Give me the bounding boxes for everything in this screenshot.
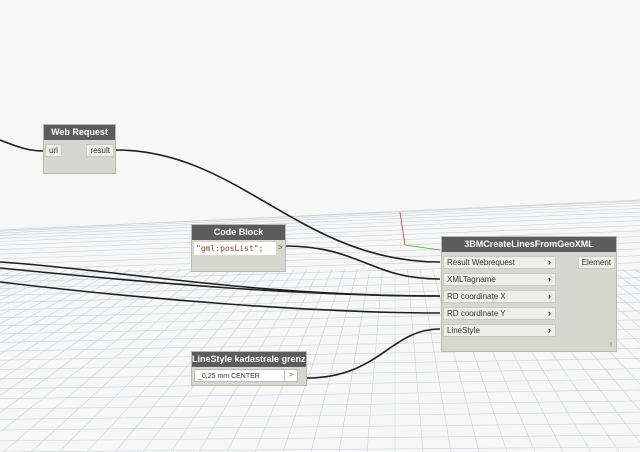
node-footer-mark: ! bbox=[610, 342, 612, 349]
linestyle-title[interactable]: LineStyle kadastrale grenzen bbox=[192, 352, 306, 367]
input-rd-coordinate-y[interactable]: RD coordinate Y › bbox=[443, 307, 556, 320]
grid-line bbox=[0, 269, 55, 294]
result-output-port[interactable]: result bbox=[86, 144, 114, 157]
grid-line bbox=[0, 389, 640, 399]
grid-line bbox=[0, 269, 118, 334]
dropdown-chevron-icon[interactable]: > bbox=[284, 370, 297, 381]
input-result-webrequest[interactable]: Result Webrequest › bbox=[443, 256, 556, 269]
input-linestyle[interactable]: LineStyle › bbox=[443, 324, 556, 337]
input-label: RD coordinate Y bbox=[447, 309, 506, 318]
grid-line bbox=[0, 269, 18, 277]
grid-line bbox=[0, 378, 640, 390]
code-block-editor[interactable]: "gml:posList"; bbox=[194, 242, 276, 255]
grid-line bbox=[0, 269, 93, 316]
grid-line bbox=[0, 269, 30, 282]
grid-line bbox=[0, 269, 81, 308]
web-request-node[interactable]: Web Request url result bbox=[43, 124, 116, 174]
grid-line bbox=[0, 423, 640, 431]
element-output-port[interactable]: Element bbox=[577, 256, 615, 269]
chevron-right-icon: › bbox=[548, 257, 551, 267]
code-block-node[interactable]: Code Block "gml:posList"; > bbox=[191, 224, 286, 272]
chevron-right-icon: › bbox=[548, 325, 551, 335]
grid-line bbox=[2, 269, 219, 452]
grid-line bbox=[0, 202, 640, 232]
grid-line bbox=[0, 446, 640, 452]
grid-line bbox=[0, 269, 106, 324]
grid-line bbox=[0, 269, 43, 288]
create-lines-title[interactable]: 3BMCreateLinesFromGeoXML bbox=[442, 237, 616, 252]
grid-line bbox=[0, 358, 640, 370]
grid-line bbox=[338, 269, 371, 452]
input-rd-coordinate-x[interactable]: RD coordinate X › bbox=[443, 290, 556, 303]
grid-line bbox=[0, 200, 640, 231]
chevron-right-icon: › bbox=[548, 308, 551, 318]
grid-line bbox=[310, 269, 358, 452]
input-label: Result Webrequest bbox=[447, 258, 515, 267]
linestyle-dropdown[interactable]: _0,25 mm CENTER > bbox=[194, 369, 298, 382]
grid-line bbox=[0, 269, 144, 355]
grid-line bbox=[0, 434, 640, 442]
input-label: XMLTagname bbox=[447, 275, 496, 284]
grid-line bbox=[621, 269, 640, 282]
input-label: RD coordinate X bbox=[447, 292, 506, 301]
web-request-title[interactable]: Web Request bbox=[44, 125, 115, 140]
graph-canvas[interactable] bbox=[0, 0, 640, 452]
chevron-right-icon: › bbox=[548, 274, 551, 284]
code-output-port[interactable]: > bbox=[278, 243, 283, 252]
create-lines-node[interactable]: 3BMCreateLinesFromGeoXML Result Webreque… bbox=[441, 236, 617, 352]
linestyle-node[interactable]: LineStyle kadastrale grenzen _0,25 mm CE… bbox=[191, 351, 307, 386]
axis-x-line bbox=[399, 211, 406, 246]
input-label: LineStyle bbox=[447, 326, 480, 335]
wire-left-to-url bbox=[0, 139, 45, 152]
grid-line bbox=[0, 269, 207, 433]
grid-line bbox=[0, 269, 5, 272]
axis-y-line bbox=[404, 244, 441, 251]
grid-line bbox=[407, 269, 424, 452]
url-input-port[interactable]: url bbox=[45, 144, 62, 157]
input-xmltagname[interactable]: XMLTagname › bbox=[443, 273, 556, 286]
grid-line bbox=[0, 400, 640, 410]
chevron-right-icon: › bbox=[548, 291, 551, 301]
grid-line bbox=[634, 269, 640, 274]
grid-line bbox=[0, 208, 640, 236]
linestyle-selected-value: _0,25 mm CENTER bbox=[198, 373, 260, 380]
code-block-title[interactable]: Code Block bbox=[192, 225, 285, 240]
